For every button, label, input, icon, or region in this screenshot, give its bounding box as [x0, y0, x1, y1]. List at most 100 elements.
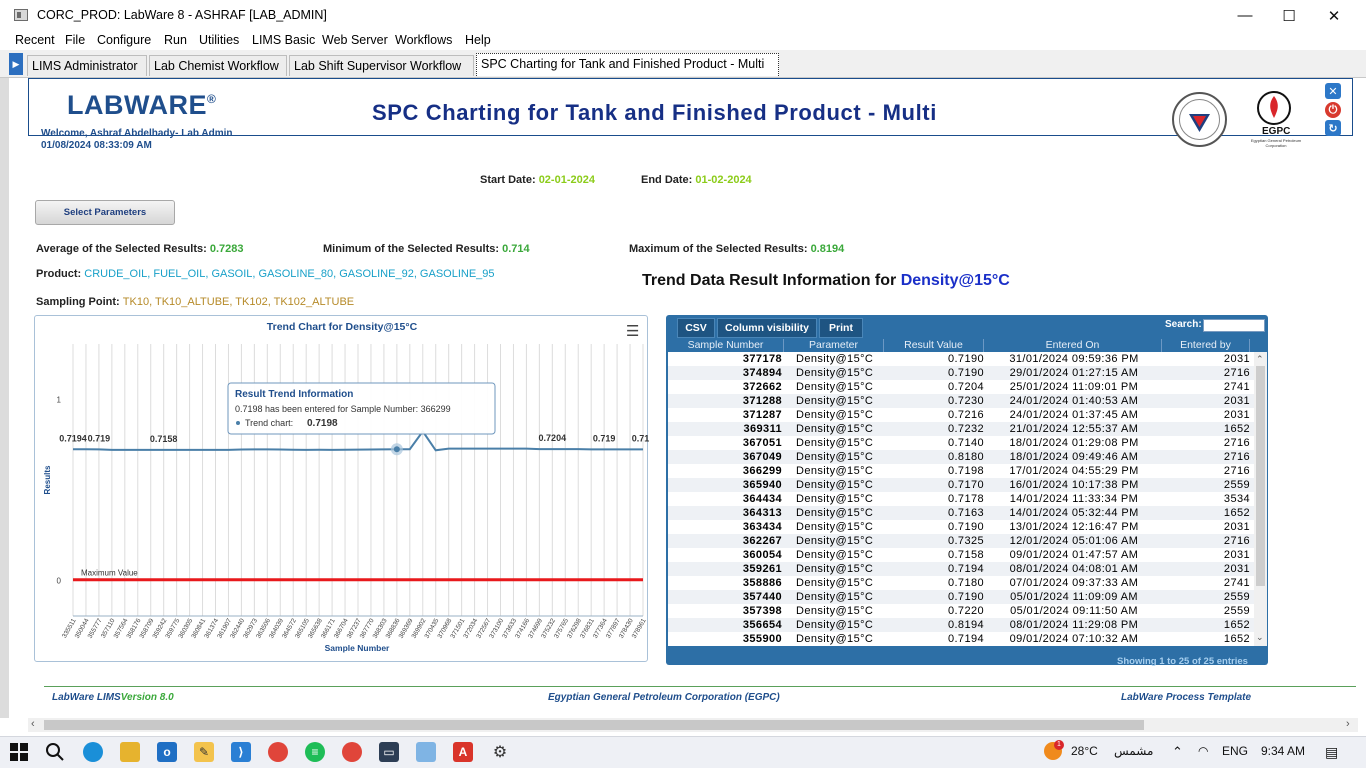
- table-cell: 1652: [1223, 633, 1250, 645]
- table-row[interactable]: 371287 Density@15°C 0.7216 24/01/2024 01:37…: [668, 408, 1254, 422]
- outlook-icon[interactable]: o: [157, 742, 177, 762]
- table-cell: 12/01/2024 05:01:06 AM: [1009, 535, 1139, 547]
- col-parameter[interactable]: Parameter: [784, 339, 884, 352]
- table-row[interactable]: 359261 Density@15°C 0.7194 08/01/2024 04:08…: [668, 562, 1254, 576]
- scroll-right-icon[interactable]: ›: [1346, 718, 1350, 730]
- table-row[interactable]: 367049 Density@15°C 0.8180 18/01/2024 09:49…: [668, 450, 1254, 464]
- menu-file[interactable]: File: [65, 33, 85, 47]
- table-row[interactable]: 364434 Density@15°C 0.7178 14/01/2024 11:33…: [668, 492, 1254, 506]
- footer-version: Version 8.0: [120, 692, 174, 703]
- labware-taskbar-icon[interactable]: ▭: [379, 742, 399, 762]
- col-entered-on[interactable]: Entered On: [984, 339, 1162, 352]
- spotify-icon[interactable]: ≡: [305, 742, 325, 762]
- table-row[interactable]: 355900 Density@15°C 0.7194 09/01/2024 07:10…: [668, 632, 1254, 646]
- menu-utilities[interactable]: Utilities: [199, 33, 239, 47]
- document-icon[interactable]: [416, 742, 436, 762]
- table-cell: 2031: [1223, 549, 1250, 561]
- menu-workflows[interactable]: Workflows: [395, 33, 452, 47]
- tab-lab-chemist-workflow[interactable]: Lab Chemist Workflow: [149, 55, 287, 76]
- csv-button[interactable]: CSV: [677, 318, 715, 338]
- notification-icon[interactable]: ▤: [1325, 744, 1338, 761]
- search-input[interactable]: [1203, 319, 1265, 332]
- table-row[interactable]: 371288 Density@15°C 0.7230 24/01/2024 01:40…: [668, 394, 1254, 408]
- menu-help[interactable]: Help: [465, 33, 491, 47]
- left-panel-strip: [0, 78, 9, 718]
- page-scroll-thumb[interactable]: [44, 720, 1144, 730]
- table-row[interactable]: 363434 Density@15°C 0.7190 13/01/2024 12:16…: [668, 520, 1254, 534]
- menu-lims-basic[interactable]: LIMS Basic: [252, 33, 315, 47]
- table-row[interactable]: 357398 Density@15°C 0.7220 05/01/2024 09:11…: [668, 604, 1254, 618]
- table-row[interactable]: 365940 Density@15°C 0.7170 16/01/2024 10:17…: [668, 478, 1254, 492]
- chart-y-tick-label: 1: [57, 395, 62, 404]
- power-icon[interactable]: ⏻: [1325, 102, 1341, 118]
- tab-spc-charting[interactable]: SPC Charting for Tank and Finished Produ…: [476, 53, 779, 76]
- scroll-up-icon[interactable]: ⌃: [1256, 354, 1264, 365]
- notes-icon[interactable]: ✎: [194, 742, 214, 762]
- vscode-icon[interactable]: ⟩: [231, 742, 251, 762]
- close-icon[interactable]: ✕: [1325, 83, 1341, 99]
- chart-menu-icon[interactable]: ☰: [626, 322, 639, 340]
- login-datetime: 01/08/2024 08:33:09 AM: [41, 140, 152, 151]
- table-row[interactable]: 357440 Density@15°C 0.7190 05/01/2024 11:09…: [668, 590, 1254, 604]
- weather-temp[interactable]: 28°C: [1071, 744, 1098, 758]
- tab-lab-shift-supervisor-workflow[interactable]: Lab Shift Supervisor Workflow: [289, 55, 474, 76]
- table-row[interactable]: 367051 Density@15°C 0.7140 18/01/2024 01:29…: [668, 436, 1254, 450]
- minimize-button[interactable]: —: [1222, 0, 1268, 31]
- table-row[interactable]: 356654 Density@15°C 0.8194 08/01/2024 11:29…: [668, 618, 1254, 632]
- table-row[interactable]: 374894 Density@15°C 0.7190 29/01/2024 01:27…: [668, 366, 1254, 380]
- table-row[interactable]: 360054 Density@15°C 0.7158 09/01/2024 01:47…: [668, 548, 1254, 562]
- settings-gear-icon[interactable]: ⚙: [490, 742, 510, 762]
- table-row[interactable]: 366299 Density@15°C 0.7198 17/01/2024 04:55…: [668, 464, 1254, 478]
- clock[interactable]: 9:34 AM: [1261, 744, 1305, 758]
- col-entered-by[interactable]: Entered by: [1162, 339, 1250, 352]
- table-cell: 0.7163: [947, 507, 984, 519]
- windows-start-icon[interactable]: [10, 743, 28, 761]
- file-explorer-icon[interactable]: [120, 742, 140, 762]
- tray-chevron-icon[interactable]: ⌃: [1172, 744, 1183, 760]
- col-sample-number[interactable]: Sample Number: [668, 339, 784, 352]
- expand-arrow-icon[interactable]: ▶: [9, 53, 23, 75]
- col-result-value[interactable]: Result Value: [884, 339, 984, 352]
- search-icon[interactable]: [45, 742, 65, 762]
- table-row[interactable]: 372662 Density@15°C 0.7204 25/01/2024 11:09…: [668, 380, 1254, 394]
- table-cell: 0.7232: [947, 423, 984, 435]
- menu-web-server[interactable]: Web Server: [322, 33, 388, 47]
- scroll-down-icon[interactable]: ⌄: [1256, 632, 1264, 643]
- menu-recent[interactable]: Recent: [15, 33, 55, 47]
- chrome-profile-icon[interactable]: [342, 742, 362, 762]
- weather-text[interactable]: مشمس: [1114, 744, 1153, 758]
- table-cell: 1652: [1223, 507, 1250, 519]
- language-indicator[interactable]: ENG: [1222, 744, 1248, 758]
- table-row[interactable]: 358886 Density@15°C 0.7180 07/01/2024 09:37…: [668, 576, 1254, 590]
- wifi-icon[interactable]: ◠: [1198, 744, 1208, 758]
- table-cell: 357398: [742, 605, 782, 617]
- pdf-icon[interactable]: A: [453, 742, 473, 762]
- table-row[interactable]: 377178 Density@15°C 0.7190 31/01/2024 09:59…: [668, 352, 1254, 366]
- table-row[interactable]: 362267 Density@15°C 0.7325 12/01/2024 05:01…: [668, 534, 1254, 548]
- table-cell: 09/01/2024 07:10:32 AM: [1009, 633, 1139, 645]
- select-parameters-button[interactable]: Select Parameters: [35, 200, 175, 225]
- menu-run[interactable]: Run: [164, 33, 187, 47]
- table-scroll-thumb[interactable]: [1256, 366, 1265, 586]
- menu-configure[interactable]: Configure: [97, 33, 151, 47]
- table-row[interactable]: 364313 Density@15°C 0.7163 14/01/2024 05:32…: [668, 506, 1254, 520]
- table-row[interactable]: 369311 Density@15°C 0.7232 21/01/2024 12:55…: [668, 422, 1254, 436]
- chart-tooltip-value: 0.7198: [307, 418, 338, 429]
- chart-data-label: 0.7158: [150, 434, 178, 444]
- edge-icon[interactable]: [83, 742, 103, 762]
- close-window-button[interactable]: ✕: [1311, 0, 1357, 31]
- column-visibility-button[interactable]: Column visibility: [717, 318, 817, 338]
- maximize-button[interactable]: ☐: [1266, 0, 1312, 31]
- tab-lims-administrator[interactable]: LIMS Administrator: [27, 55, 147, 76]
- table-cell: 0.7170: [947, 479, 984, 491]
- scroll-left-icon[interactable]: ‹: [31, 718, 35, 730]
- table-cell: 0.7216: [947, 409, 984, 421]
- table-vertical-scrollbar[interactable]: ⌃ ⌄: [1254, 352, 1267, 646]
- end-date-value: 01-02-2024: [695, 174, 752, 186]
- table-cell: Density@15°C: [796, 367, 874, 379]
- print-button[interactable]: Print: [819, 318, 863, 338]
- refresh-icon[interactable]: ↻: [1325, 120, 1341, 136]
- footer-left: LabWare LIMSVersion 8.0: [52, 692, 174, 703]
- chrome-icon[interactable]: [268, 742, 288, 762]
- page-horizontal-scrollbar[interactable]: ‹ ›: [28, 718, 1358, 732]
